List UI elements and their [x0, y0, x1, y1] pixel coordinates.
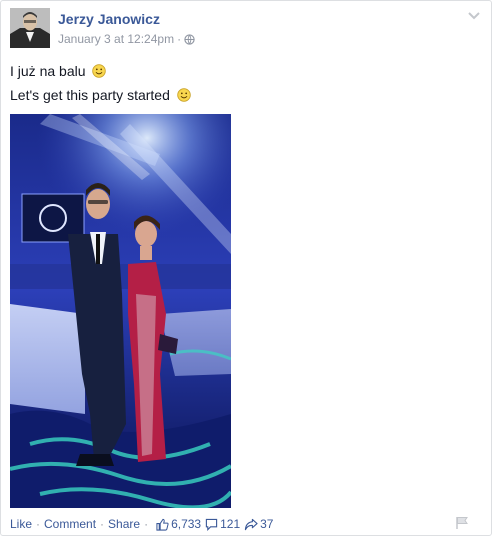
post-card: Jerzy Janowicz January 3 at 12:24pm · I j…	[0, 0, 492, 536]
post-actions: Like · Comment · Share · 6,733 121 37	[10, 517, 273, 531]
flag-icon[interactable]	[455, 516, 469, 530]
thumbs-up-icon	[156, 518, 169, 531]
shares-count-value: 37	[260, 517, 274, 531]
likes-count-value: 6,733	[171, 517, 202, 531]
avatar-photo	[10, 8, 50, 48]
globe-icon[interactable]	[184, 34, 195, 45]
post-photo[interactable]	[10, 114, 231, 508]
smiley-icon	[92, 64, 107, 78]
likes-count[interactable]: 6,733	[156, 517, 201, 531]
party-photo-illustration	[10, 114, 231, 508]
chevron-down-icon[interactable]	[467, 10, 481, 20]
post-text-line-1: I już na balu	[10, 63, 107, 79]
action-separator: ·	[144, 517, 149, 531]
action-separator: ·	[100, 517, 105, 531]
comments-count[interactable]: 121	[205, 517, 240, 531]
comment-link[interactable]: Comment	[44, 517, 96, 531]
share-link[interactable]: Share	[108, 517, 140, 531]
comment-bubble-icon	[205, 518, 218, 531]
post-text-line-2: Let's get this party started	[10, 87, 191, 103]
share-arrow-icon	[244, 518, 258, 530]
post-meta: January 3 at 12:24pm ·	[58, 32, 195, 46]
action-separator: ·	[36, 517, 41, 531]
shares-count[interactable]: 37	[244, 517, 273, 531]
meta-separator: ·	[177, 32, 182, 46]
post-timestamp[interactable]: January 3 at 12:24pm	[58, 32, 174, 46]
author-avatar[interactable]	[10, 8, 50, 48]
post-text-2: Let's get this party started	[10, 87, 170, 103]
author-name-link[interactable]: Jerzy Janowicz	[58, 11, 160, 27]
like-link[interactable]: Like	[10, 517, 32, 531]
smiley-icon	[177, 88, 191, 102]
post-text-1: I już na balu	[10, 63, 86, 79]
comments-count-value: 121	[220, 517, 241, 531]
